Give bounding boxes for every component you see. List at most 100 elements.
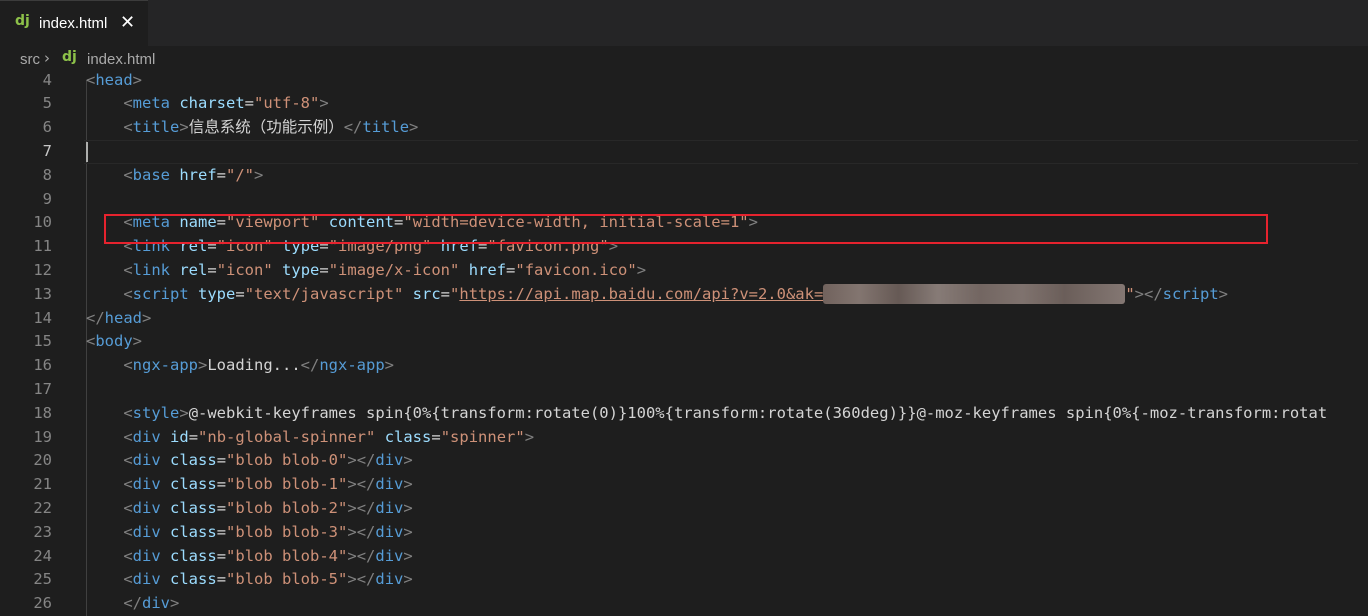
line-number: 14 (33, 308, 52, 327)
code-tag-name: div (142, 594, 170, 613)
code-tag-name: div (132, 498, 161, 517)
code-tag-name: title (362, 118, 410, 137)
line-number: 8 (42, 165, 52, 184)
code-line[interactable]: 14 </head> (0, 307, 1368, 331)
code-line[interactable]: 8 <base href="/"> (0, 164, 1368, 188)
code-tag-name: div (132, 570, 161, 589)
code-string: "/" (226, 165, 255, 184)
code-string: "nb-global-spinner" (198, 427, 376, 446)
code-tag-name: div (132, 451, 161, 470)
close-icon[interactable]: ✕ (120, 12, 135, 33)
tab-index-html[interactable]: dj index.html ✕ (0, 0, 148, 46)
code-content: <meta charset="utf-8"> (86, 92, 328, 116)
code-line[interactable]: 24 <div class="blob blob-4"></div> (0, 545, 1368, 569)
line-number: 9 (42, 189, 52, 208)
code-punctuation: < (86, 332, 96, 351)
code-attribute: href (179, 165, 217, 184)
code-line[interactable]: 10 <meta name="viewport" content="width=… (0, 211, 1368, 235)
code-content: <div class="blob blob-3"></div> (86, 521, 412, 545)
code-line[interactable]: 12 <link rel="icon" type="image/x-icon" … (0, 259, 1368, 283)
code-attribute: type (282, 237, 320, 256)
code-punctuation: > (132, 332, 143, 351)
code-attribute: type (198, 284, 236, 303)
code-line[interactable]: 16 <ngx-app>Loading...</ngx-app> (0, 354, 1368, 378)
code-line[interactable]: 26 </div> (0, 592, 1368, 616)
code-punctuation: > (179, 118, 189, 137)
line-number: 19 (33, 427, 52, 446)
code-content: <ngx-app>Loading...</ngx-app> (86, 354, 394, 378)
code-line[interactable]: 13 <script type="text/javascript" src="h… (0, 283, 1368, 307)
code-line[interactable]: 23 <div class="blob blob-3"></div> (0, 521, 1368, 545)
code-string: "blob blob-2" (226, 498, 348, 517)
code-string: "utf-8" (254, 94, 320, 113)
code-content: <head> (86, 69, 142, 93)
code-line[interactable]: 6 <title>信息系统（功能示例）</title> (0, 116, 1368, 140)
code-line[interactable]: 5 <meta charset="utf-8"> (0, 92, 1368, 116)
line-number: 4 (42, 70, 52, 89)
code-line[interactable]: 4 <head> (0, 69, 1368, 93)
code-punctuation: > (403, 498, 413, 517)
code-attribute: href (468, 260, 507, 279)
code-content: <body> (86, 330, 142, 354)
code-line[interactable]: 22 <div class="blob blob-2"></div> (0, 497, 1368, 521)
code-text: = (431, 427, 441, 446)
code-string: "icon" (216, 237, 273, 256)
code-line[interactable]: 17 (0, 378, 1368, 402)
line-number: 18 (33, 403, 52, 422)
code-string: " (450, 284, 460, 303)
line-number: 24 (33, 546, 52, 565)
code-content: <meta name="viewport" content="width=dev… (86, 211, 758, 235)
line-number: 10 (33, 213, 52, 232)
code-line[interactable]: 20 <div class="blob blob-0"></div> (0, 449, 1368, 473)
code-punctuation: > (170, 594, 180, 613)
code-text: = (506, 260, 516, 279)
line-number: 7 (42, 141, 52, 160)
code-line[interactable]: 9 (0, 188, 1368, 212)
code-line[interactable]: 18 <style>@-webkit-keyframes spin{0%{tra… (0, 402, 1368, 426)
code-string: "width=device-width, initial-scale=1" (403, 213, 749, 232)
code-line[interactable]: 25 <div class="blob blob-5"></div> (0, 568, 1368, 592)
code-content: <title>信息系统（功能示例）</title> (86, 116, 418, 140)
code-punctuation: > (524, 427, 535, 446)
django-file-icon: dj (62, 49, 77, 65)
code-punctuation: ></ (347, 570, 376, 589)
breadcrumb-folder[interactable]: src (20, 51, 40, 68)
code-string: " (1125, 284, 1135, 303)
code-line[interactable]: 21 <div class="blob blob-1"></div> (0, 473, 1368, 497)
code-content: </head> (86, 307, 151, 331)
breadcrumb-file[interactable]: index.html (87, 51, 155, 68)
code-content: <base href="/"> (86, 164, 263, 188)
code-text: = (216, 546, 227, 565)
code-attribute: id (170, 427, 189, 446)
code-editor[interactable]: 4 <head> 5 <meta charset="utf-8"> 6 <title>… (0, 68, 1368, 616)
code-line[interactable]: 15 <body> (0, 330, 1368, 354)
code-punctuation: > (403, 475, 413, 494)
code-line[interactable]: 7 (0, 139, 1368, 164)
code-attribute: class (170, 498, 217, 517)
code-attribute: charset (179, 94, 245, 113)
code-string: "viewport" (226, 213, 320, 232)
tab-bar: dj index.html ✕ (0, 0, 1368, 46)
code-attribute: rel (179, 237, 208, 256)
line-number: 20 (33, 451, 52, 470)
code-link[interactable]: https://api.map.baidu.com/api?v=2.0&ak= (459, 285, 823, 303)
code-punctuation: < (123, 165, 133, 184)
code-punctuation: > (409, 118, 419, 137)
code-line[interactable]: 11 <link rel="icon" type="image/png" hre… (0, 235, 1368, 259)
code-punctuation: </ (300, 356, 320, 375)
code-content: <link rel="icon" type="image/png" href="… (86, 235, 618, 259)
code-line[interactable]: 19 <div id="nb-global-spinner" class="sp… (0, 426, 1368, 450)
code-punctuation: > (132, 70, 143, 89)
